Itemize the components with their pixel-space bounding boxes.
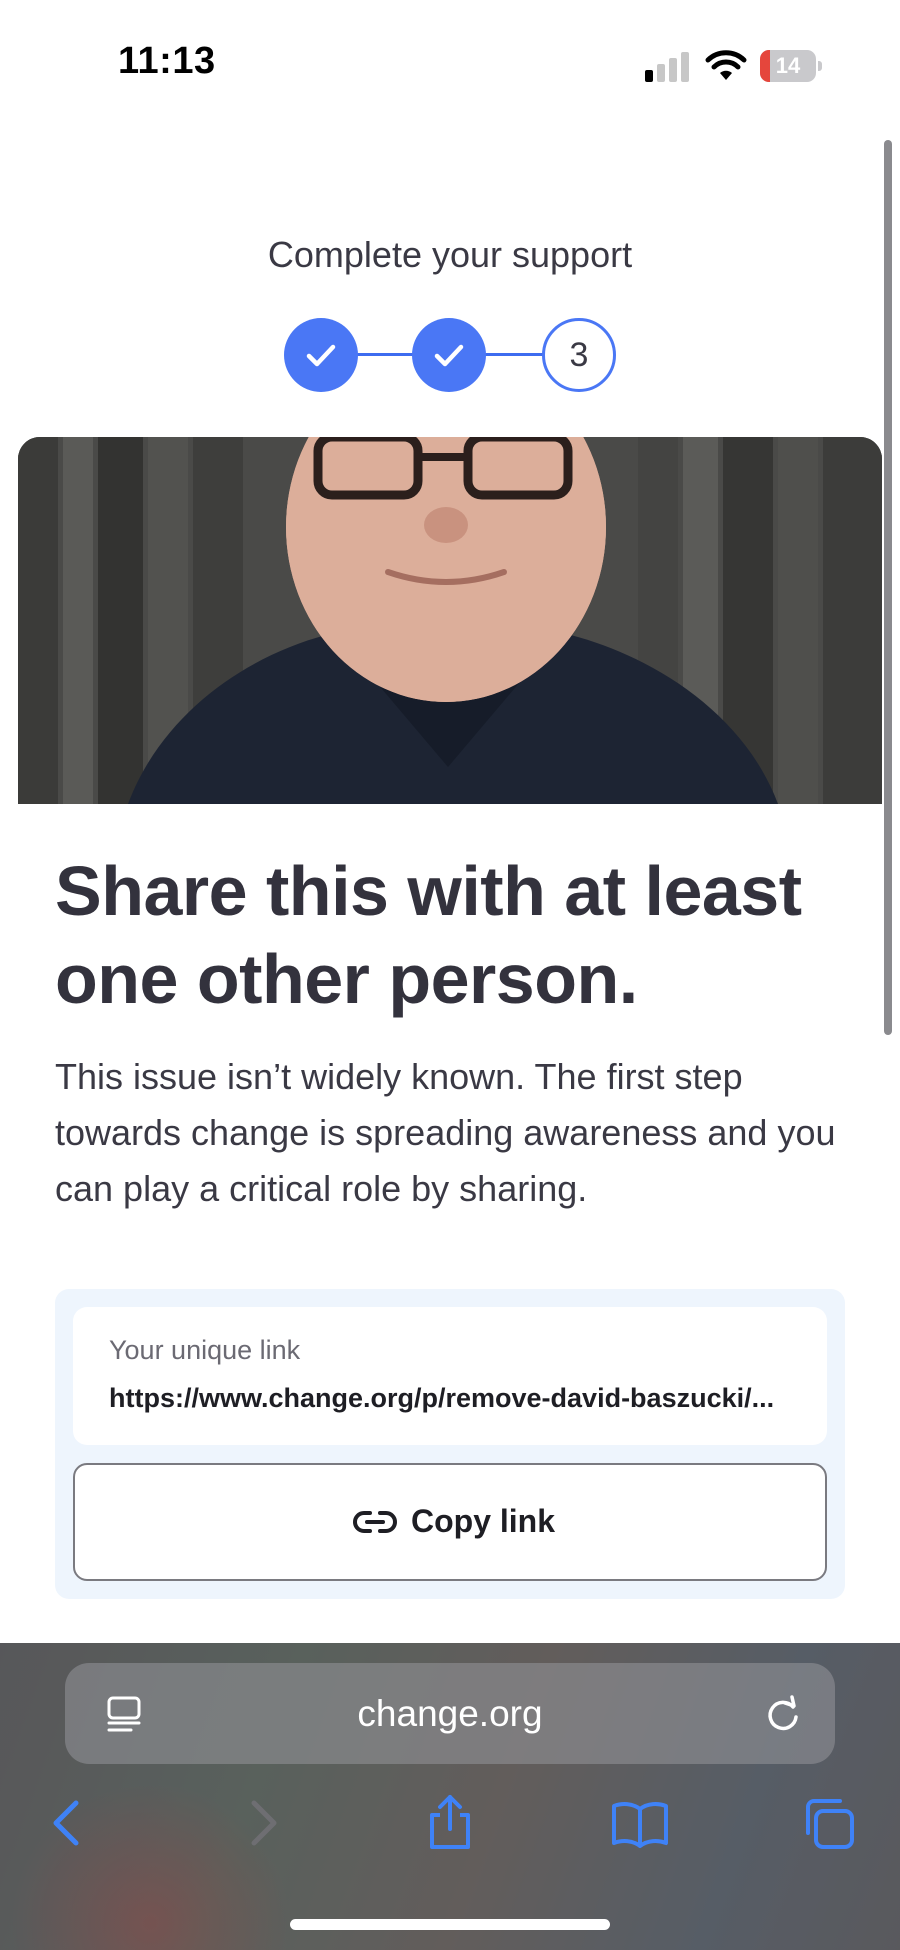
address-text[interactable]: change.org [65,1693,835,1735]
address-bar[interactable]: change.org [65,1663,835,1764]
battery-level: 14 [760,50,816,82]
unique-link-field[interactable]: Your unique link https://www.change.org/… [73,1307,827,1445]
wifi-icon [705,48,747,82]
unique-link-label: Your unique link [109,1335,300,1366]
unique-link-url[interactable]: https://www.change.org/p/remove-david-ba… [109,1383,799,1414]
checkmark-icon [301,335,341,375]
cellular-signal-icon [645,52,693,82]
link-icon [353,1507,397,1537]
status-bar: 11:13 14 [0,0,900,130]
tabs-icon[interactable] [800,1793,860,1853]
copy-link-label: Copy link [411,1503,555,1540]
petition-photo [18,437,882,804]
reload-icon[interactable] [763,1695,803,1735]
share-card: Share this with at least one other perso… [18,437,882,1637]
browser-toolbar: change.org [0,1643,900,1950]
forward-icon[interactable] [232,1793,292,1853]
progress-title: Complete your support [0,234,900,276]
back-icon[interactable] [38,1793,98,1853]
bookmarks-icon[interactable] [610,1793,670,1853]
step-1-complete [284,318,358,392]
checkmark-icon [429,335,469,375]
share-link-box: Your unique link https://www.change.org/… [55,1289,845,1599]
home-indicator[interactable] [290,1919,610,1930]
step-3-current: 3 [542,318,616,392]
step-2-complete [412,318,486,392]
copy-link-button[interactable]: Copy link [73,1463,827,1581]
battery-icon: 14 [760,50,822,82]
status-time: 11:13 [118,40,216,83]
share-icon[interactable] [420,1793,480,1853]
description-text: This issue isn’t widely known. The first… [55,1049,865,1217]
progress-stepper: 3 [284,318,616,392]
headline: Share this with at least one other perso… [55,847,855,1023]
